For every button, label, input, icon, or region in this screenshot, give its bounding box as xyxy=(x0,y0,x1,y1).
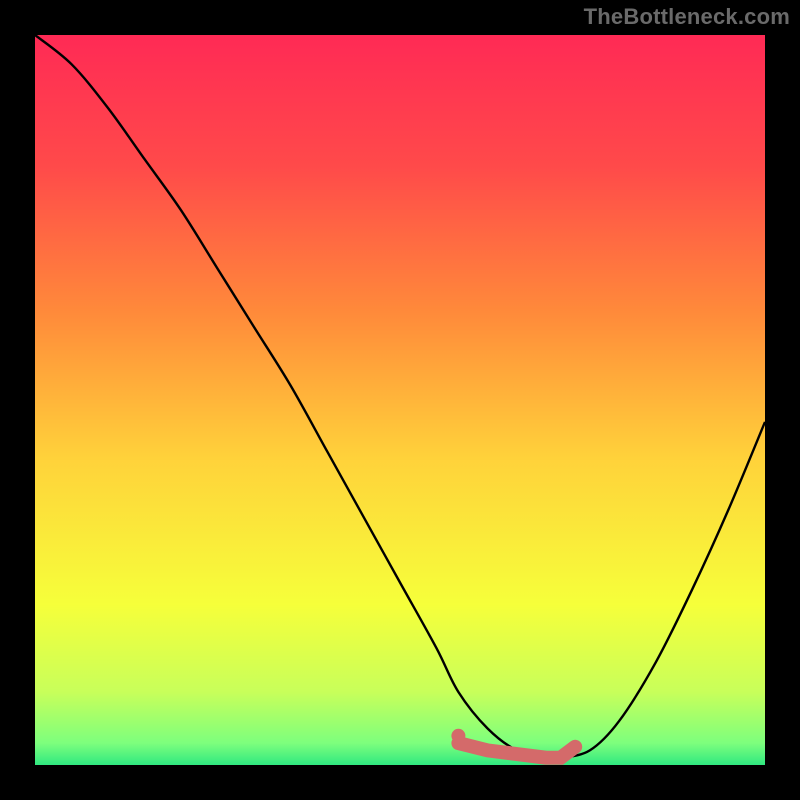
optimal-range-marker xyxy=(35,35,765,765)
plot-area xyxy=(35,35,765,765)
watermark-text: TheBottleneck.com xyxy=(584,4,790,30)
